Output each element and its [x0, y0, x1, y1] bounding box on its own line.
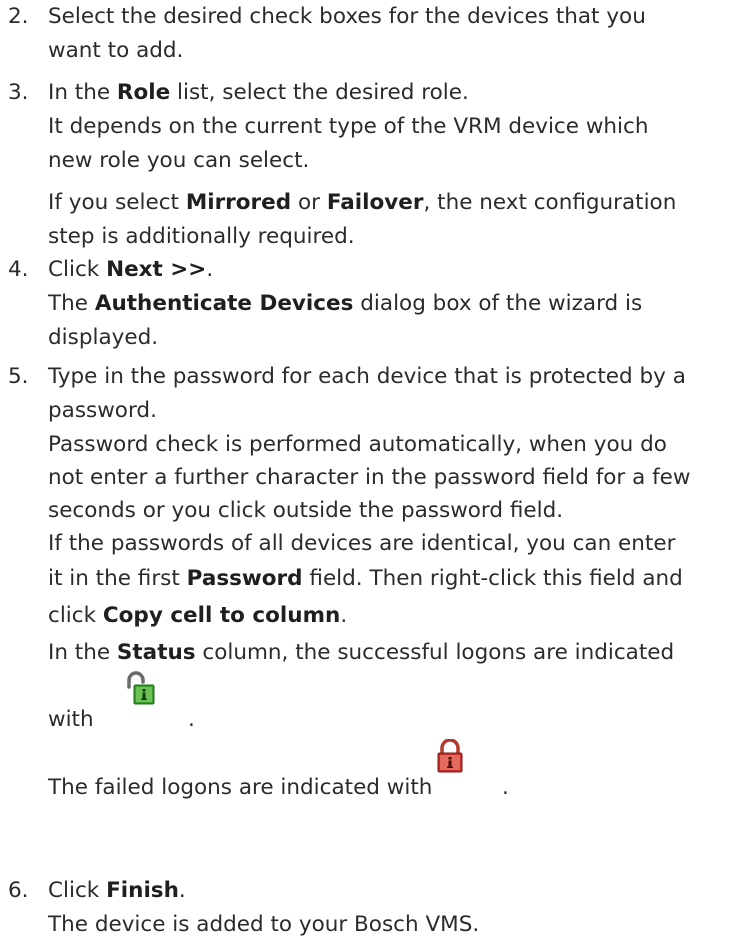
- step-number: 4.: [8, 257, 29, 282]
- step-number: 2.: [8, 4, 29, 29]
- unlocked-padlock-icon: [123, 671, 159, 705]
- step-note: click Copy cell to column.: [48, 603, 348, 628]
- step-note: seconds or you click outside the passwor…: [48, 498, 564, 523]
- status-term: Status: [116, 640, 196, 665]
- success-icon-line: with .: [48, 671, 749, 733]
- step-text: In the Role list, select the desired rol…: [48, 80, 469, 105]
- step-text: Click Finish.: [48, 878, 186, 903]
- password-term: Password: [186, 566, 303, 591]
- locked-padlock-icon: [436, 738, 464, 773]
- step-text: Select the desired check boxes for the d…: [48, 4, 646, 29]
- step-number: 5.: [8, 364, 29, 389]
- step-note: The device is added to your Bosch VMS.: [48, 912, 480, 937]
- role-term: Role: [116, 80, 171, 105]
- step-note: not enter a further character in the pas…: [48, 465, 691, 490]
- authenticate-devices-term: Authenticate Devices: [94, 291, 354, 316]
- step-text: password.: [48, 398, 157, 423]
- step-note: .: [188, 707, 195, 732]
- step-body: Select the desired check boxes for the d…: [48, 0, 749, 68]
- step-note: The failed logons are indicated with: [48, 775, 433, 800]
- step-note: displayed.: [48, 325, 159, 350]
- step-text: want to add.: [48, 38, 184, 63]
- step-body: Type in the password for each device tha…: [48, 360, 749, 805]
- finish-term: Finish: [106, 878, 179, 903]
- step-body: Click Next >>. The Authenticate Devices …: [48, 253, 749, 355]
- copy-cell-term: Copy cell to column: [102, 603, 341, 628]
- step-note: with: [48, 707, 94, 732]
- step-note: The Authenticate Devices dialog box of t…: [48, 291, 643, 316]
- step-body: Click Finish. The device is added to you…: [48, 874, 749, 942]
- step-note: It depends on the current type of the VR…: [48, 114, 649, 139]
- failover-term: Failover: [326, 190, 424, 215]
- step-note: If you select Mirrored or Failover, the …: [48, 190, 677, 215]
- mirrored-term: Mirrored: [185, 190, 292, 215]
- failure-icon-line: The failed logons are indicated with .: [48, 735, 749, 805]
- step-text: Click Next >>.: [48, 257, 214, 282]
- step-number: 6.: [8, 878, 29, 903]
- step-note: it in the first Password field. Then rig…: [48, 566, 683, 591]
- step-text: Type in the password for each device tha…: [48, 364, 686, 389]
- step-note: .: [502, 775, 509, 800]
- step-note: Password check is performed automaticall…: [48, 432, 667, 457]
- step-note: If the passwords of all devices are iden…: [48, 531, 676, 556]
- step-note: step is additionally required.: [48, 224, 355, 249]
- next-button-term: Next >>: [106, 257, 207, 282]
- step-number: 3.: [8, 80, 29, 105]
- step-note: new role you can select.: [48, 148, 310, 173]
- step-body: In the Role list, select the desired rol…: [48, 76, 749, 254]
- step-note: In the Status column, the successful log…: [48, 640, 675, 665]
- document-page: 2. Select the desired check boxes for th…: [0, 0, 753, 948]
